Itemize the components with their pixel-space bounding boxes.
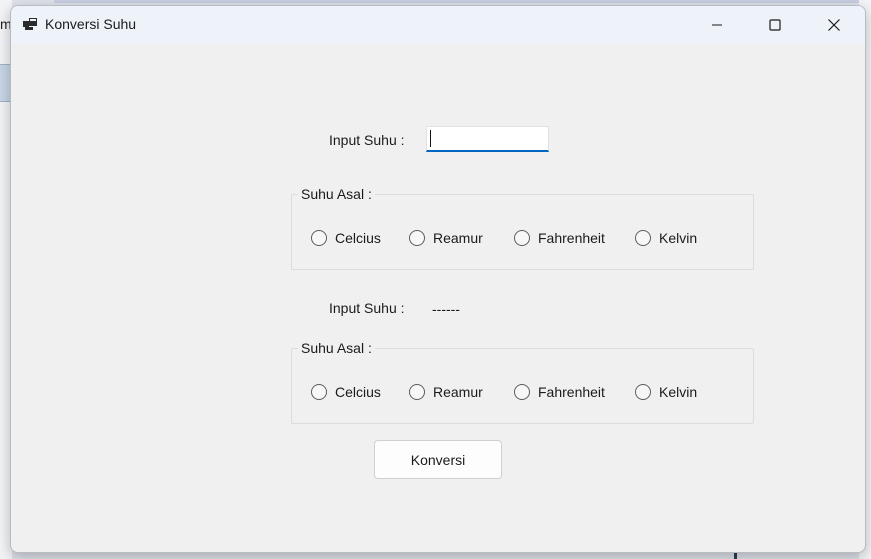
target-unit-legend: Suhu Asal : [298, 340, 375, 356]
convert-button[interactable]: Konversi [374, 440, 502, 479]
radio-label: Kelvin [659, 230, 698, 246]
radio-circle-icon [311, 384, 327, 400]
radio-label: Fahrenheit [538, 230, 605, 246]
radio-circle-icon [409, 230, 425, 246]
background-window-edge [54, 0, 860, 3]
radio-circle-icon [409, 384, 425, 400]
radio-circle-icon [514, 230, 530, 246]
output-temperature-label: Input Suhu : [329, 300, 405, 316]
radio-circle-icon [311, 230, 327, 246]
target-radio-kelvin[interactable]: Kelvin [635, 382, 697, 402]
radio-label: Celcius [335, 230, 381, 246]
close-button[interactable] [805, 6, 863, 44]
target-radio-celcius[interactable]: Celcius [311, 382, 381, 402]
text-caret [430, 130, 431, 147]
radio-label: Celcius [335, 384, 381, 400]
radio-circle-icon [635, 230, 651, 246]
target-radio-reamur[interactable]: Reamur [409, 382, 483, 402]
radio-label: Fahrenheit [538, 384, 605, 400]
title-bar[interactable]: Konversi Suhu [11, 6, 865, 44]
app-window: Konversi Suhu Input Suhu : Suhu Asal : C… [10, 5, 866, 553]
radio-circle-icon [514, 384, 530, 400]
minimize-icon [712, 24, 722, 26]
input-temperature-label: Input Suhu : [329, 132, 405, 148]
source-radio-celcius[interactable]: Celcius [311, 228, 381, 248]
maximize-icon [769, 19, 781, 31]
radio-label: Reamur [433, 384, 483, 400]
radio-circle-icon [635, 384, 651, 400]
temperature-input[interactable] [426, 126, 549, 152]
target-radio-fahrenheit[interactable]: Fahrenheit [514, 382, 605, 402]
app-icon [23, 18, 37, 30]
window-title: Konversi Suhu [45, 16, 137, 32]
minimize-button[interactable] [688, 6, 746, 44]
radio-label: Kelvin [659, 384, 698, 400]
source-unit-legend: Suhu Asal : [298, 186, 375, 202]
source-unit-group: Suhu Asal : Celcius Reamur Fahrenheit Ke… [291, 186, 754, 270]
maximize-button[interactable] [746, 6, 804, 44]
source-radio-fahrenheit[interactable]: Fahrenheit [514, 228, 605, 248]
source-radio-reamur[interactable]: Reamur [409, 228, 483, 248]
output-temperature-value: ------ [432, 301, 460, 317]
target-unit-group: Suhu Asal : Celcius Reamur Fahrenheit Ke… [291, 340, 754, 424]
radio-label: Reamur [433, 230, 483, 246]
source-radio-kelvin[interactable]: Kelvin [635, 228, 697, 248]
close-icon [828, 19, 840, 31]
